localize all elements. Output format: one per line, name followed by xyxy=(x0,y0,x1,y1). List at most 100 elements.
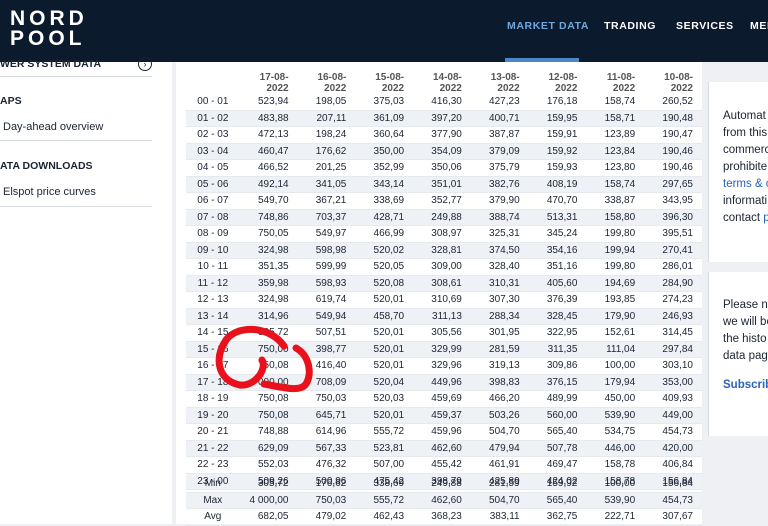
sidebar-section-power-system-data[interactable]: WER SYSTEM DATA xyxy=(0,58,101,70)
hour-cell: 07 - 08 xyxy=(186,209,240,226)
price-cell: 520,01 xyxy=(355,341,414,358)
nav-trading[interactable]: TRADING xyxy=(604,20,656,32)
summary-cell: 750,03 xyxy=(297,492,356,509)
disclaimer-line: informati xyxy=(723,195,768,207)
price-cell: 158,80 xyxy=(586,209,645,226)
subscribe-link[interactable]: Subscrib xyxy=(723,379,768,391)
price-cell: 406,84 xyxy=(644,456,702,474)
price-cell: 123,84 xyxy=(586,143,645,160)
price-cell: 449,00 xyxy=(644,407,702,424)
price-cell: 194,69 xyxy=(586,275,645,292)
hour-cell: 05 - 06 xyxy=(186,176,240,193)
table-row: 11 - 12 359,98 598,93 520,08 308,61 310,31 405… xyxy=(186,275,702,292)
price-cell: 466,99 xyxy=(355,225,414,243)
contact-link[interactable]: p xyxy=(763,212,768,224)
hour-cell: 10 - 11 xyxy=(186,258,240,276)
summary-table: Min 305,72 176,62 338,69 249,88 281,59 159,92 1… xyxy=(186,476,702,526)
date-column-header[interactable]: 16-08-2022 xyxy=(298,72,356,94)
nord-pool-logo[interactable]: NORD POOL xyxy=(10,7,88,49)
table-row: 19 - 20 750,08 645,71 520,01 459,37 503,26 560… xyxy=(186,407,702,424)
price-cell: 472,13 xyxy=(239,126,298,144)
price-cell: 398,77 xyxy=(297,341,356,358)
summary-cell: 462,60 xyxy=(413,492,471,509)
price-cell: 359,98 xyxy=(239,275,298,292)
price-cell: 750,08 xyxy=(239,407,298,424)
summary-cell: 281,59 xyxy=(470,476,529,493)
table-row: 16 - 17 750,08 416,40 520,01 329,96 319,13 309… xyxy=(186,357,702,375)
summary-cell: 383,11 xyxy=(470,508,529,526)
price-cell: 461,91 xyxy=(470,456,529,474)
price-cell: 459,69 xyxy=(413,390,471,408)
date-column-header[interactable]: 13-08-2022 xyxy=(471,72,529,94)
price-cell: 460,47 xyxy=(239,143,298,160)
price-cell: 520,05 xyxy=(355,258,414,276)
chevron-right-icon[interactable]: › xyxy=(138,57,152,71)
logo-line-1: NORD xyxy=(10,7,88,30)
summary-cell: 462,43 xyxy=(355,508,414,526)
price-cell: 469,47 xyxy=(528,456,587,474)
divider xyxy=(0,206,152,207)
hour-cell: 16 - 17 xyxy=(186,357,240,375)
price-cell: 303,10 xyxy=(644,357,702,375)
price-cell: 523,81 xyxy=(355,440,414,457)
price-cell: 281,59 xyxy=(470,341,529,358)
date-column-header[interactable]: 12-08-2022 xyxy=(529,72,587,94)
table-row: 02 - 03 472,13 198,24 360,64 377,90 387,87 159… xyxy=(186,126,702,144)
price-cell: 123,80 xyxy=(586,159,645,177)
nav-services[interactable]: SERVICES xyxy=(676,20,734,32)
hour-cell: 22 - 23 xyxy=(186,456,240,474)
divider xyxy=(0,76,152,77)
price-cell: 351,01 xyxy=(413,176,471,193)
date-column-header[interactable]: 11-08-2022 xyxy=(586,72,644,94)
price-table-panel: 17-08-2022 16-08-2022 15-08-2022 14-08-2… xyxy=(176,62,702,526)
price-cell: 598,98 xyxy=(297,242,356,259)
nav-market-data[interactable]: MARKET DATA xyxy=(507,20,589,32)
price-cell: 560,00 xyxy=(528,407,587,424)
notice-line: data pag xyxy=(723,350,768,362)
price-cell: 158,78 xyxy=(586,456,645,474)
price-cell: 351,16 xyxy=(528,258,587,276)
date-column-header[interactable]: 15-08-2022 xyxy=(355,72,413,94)
price-cell: 748,88 xyxy=(239,423,298,441)
sidebar-item-day-ahead-overview[interactable]: Day-ahead overview xyxy=(3,121,103,133)
price-cell: 476,32 xyxy=(297,456,356,474)
summary-cell: 454,73 xyxy=(644,492,702,509)
price-cell: 308,97 xyxy=(413,225,471,243)
price-cell: 354,09 xyxy=(413,143,471,160)
price-cell: 308,61 xyxy=(413,275,471,292)
price-cell: 388,74 xyxy=(470,209,529,226)
price-cell: 459,37 xyxy=(413,407,471,424)
table-row: 18 - 19 750,08 750,03 520,03 459,69 466,20 489… xyxy=(186,390,702,408)
price-cell: 199,80 xyxy=(586,225,645,243)
summary-cell: 565,40 xyxy=(528,492,587,509)
hour-cell: 00 - 01 xyxy=(186,94,240,111)
price-cell: 199,80 xyxy=(586,258,645,276)
hour-cell: 09 - 10 xyxy=(186,242,240,259)
date-column-header[interactable]: 14-08-2022 xyxy=(413,72,471,94)
notice-panel: Please no we will be the histo data pag … xyxy=(708,272,768,436)
hour-cell: 19 - 20 xyxy=(186,407,240,424)
terms-link[interactable]: terms & c xyxy=(723,178,768,190)
nav-media[interactable]: MED xyxy=(750,20,768,32)
price-cell: 288,34 xyxy=(470,308,529,325)
price-cell: 507,51 xyxy=(297,324,356,342)
price-cell: 750,03 xyxy=(297,390,356,408)
price-cell: 408,19 xyxy=(528,176,587,193)
summary-cell: 368,23 xyxy=(413,508,471,526)
date-column-header[interactable]: 10-08-2022 xyxy=(644,72,702,94)
disclaimer-line: Automat xyxy=(723,110,766,122)
price-cell: 353,00 xyxy=(644,374,702,391)
date-column-header[interactable]: 17-08-2022 xyxy=(240,72,298,94)
price-cell: 352,99 xyxy=(355,159,414,177)
price-cell: 343,14 xyxy=(355,176,414,193)
summary-cell: 682,05 xyxy=(239,508,298,526)
sidebar-item-elspot-price-curves[interactable]: Elspot price curves xyxy=(3,186,96,198)
price-cell: 446,00 xyxy=(586,440,645,457)
price-cell: 513,31 xyxy=(528,209,587,226)
disclaimer-line: commerc xyxy=(723,144,768,156)
price-cell: 249,88 xyxy=(413,209,471,226)
price-cell: 324,98 xyxy=(239,242,298,259)
price-cell: 350,00 xyxy=(355,143,414,160)
price-cell: 416,30 xyxy=(413,94,471,111)
price-cell: 416,40 xyxy=(297,357,356,375)
